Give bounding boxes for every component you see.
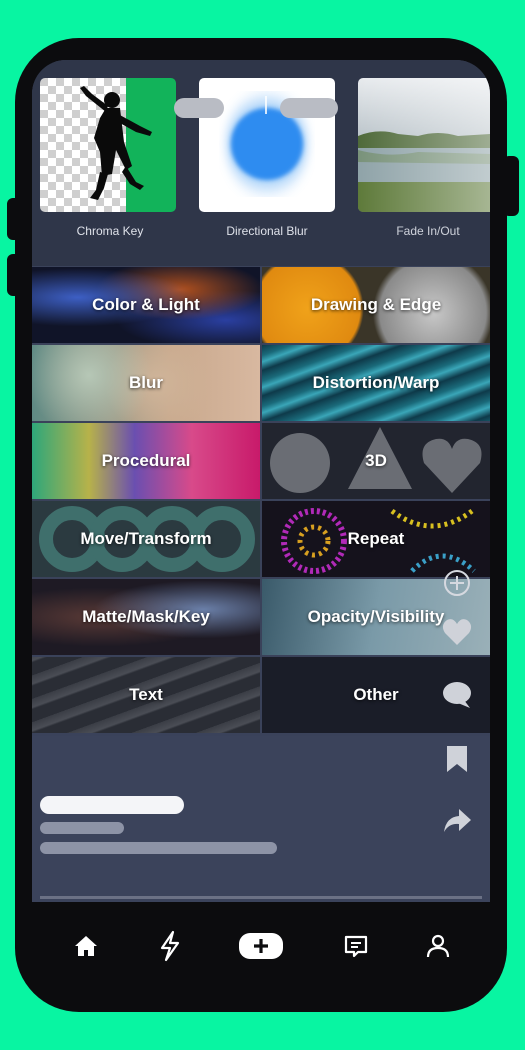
feed-area <box>32 736 490 902</box>
category-move-transform[interactable]: Move/Transform <box>32 501 260 577</box>
category-label: 3D <box>365 451 387 470</box>
effect-label: Fade In/Out <box>396 224 460 238</box>
category-grid: Color & Light Drawing & Edge Blur Distor… <box>32 267 490 734</box>
messages-icon[interactable] <box>338 928 374 964</box>
category-label: Repeat <box>347 529 405 548</box>
category-label: Drawing & Edge <box>310 295 442 314</box>
category-label: Distortion/Warp <box>312 373 440 392</box>
phone-side-button <box>503 156 519 216</box>
phone-side-button <box>7 198 21 240</box>
home-icon[interactable] <box>68 928 104 964</box>
category-label: Move/Transform <box>80 529 212 548</box>
category-label: Matte/Mask/Key <box>82 607 210 626</box>
category-drawing-edge[interactable]: Drawing & Edge <box>262 267 490 343</box>
bookmark-icon[interactable] <box>440 742 474 781</box>
loading-pill <box>174 98 224 118</box>
effect-label: Chroma Key <box>76 224 144 238</box>
category-blur[interactable]: Blur <box>32 345 260 421</box>
share-icon[interactable] <box>440 803 474 842</box>
description-placeholder-bar <box>40 842 277 854</box>
loading-pill <box>280 98 338 118</box>
category-color-light[interactable]: Color & Light <box>32 267 260 343</box>
category-procedural[interactable]: Procedural <box>32 423 260 499</box>
effects-carousel[interactable]: Chroma Key Directional Blur Fade In/Out <box>32 60 490 266</box>
effect-chroma-key[interactable] <box>40 78 176 212</box>
category-text[interactable]: Text <box>32 657 260 733</box>
comment-icon[interactable] <box>440 678 474 717</box>
category-label: Other <box>353 685 399 704</box>
lightning-icon[interactable] <box>152 928 188 964</box>
category-label: Text <box>129 685 163 704</box>
chroma-key-thumbnail <box>40 78 176 212</box>
category-label: Blur <box>129 373 163 392</box>
add-circle-icon[interactable] <box>440 566 474 605</box>
category-matte-mask-key[interactable]: Matte/Mask/Key <box>32 579 260 655</box>
phone-side-button <box>7 254 21 296</box>
fade-in-out-thumbnail <box>358 78 490 212</box>
bottom-navigation <box>32 900 490 990</box>
app-screen: Chroma Key Directional Blur Fade In/Out … <box>32 60 490 902</box>
category-label: Procedural <box>101 451 191 470</box>
heart-icon[interactable] <box>440 615 474 654</box>
category-distortion-warp[interactable]: Distortion/Warp <box>262 345 490 421</box>
profile-icon[interactable] <box>420 928 456 964</box>
create-icon[interactable] <box>238 928 284 964</box>
title-placeholder-bar <box>40 796 184 814</box>
category-3d[interactable]: 3D <box>262 423 490 499</box>
progress-track[interactable] <box>40 896 482 899</box>
subtitle-placeholder-bar <box>40 822 124 834</box>
category-label: Color & Light <box>92 295 200 314</box>
category-label: Opacity/Visibility <box>307 607 445 626</box>
effect-label: Directional Blur <box>226 224 308 238</box>
effect-fade-in-out[interactable] <box>358 78 490 212</box>
